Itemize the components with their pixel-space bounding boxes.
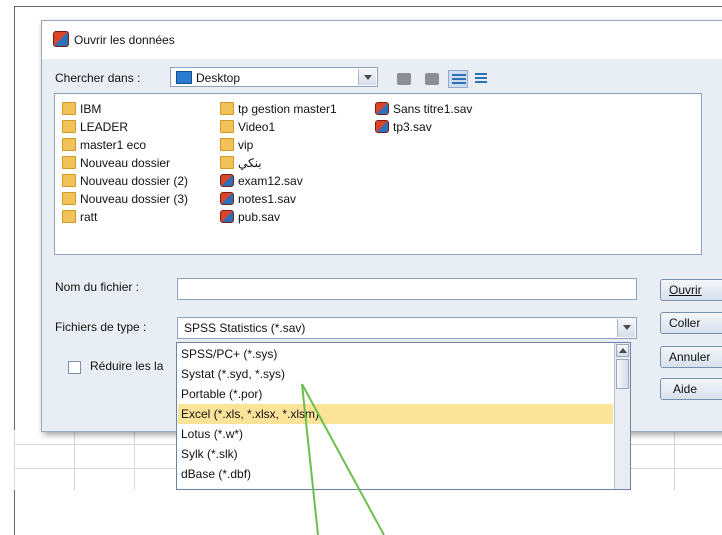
- dropdown-option[interactable]: Lotus (*.w*): [178, 424, 613, 444]
- filename-label: Nom du fichier :: [55, 280, 140, 294]
- look-in-combobox[interactable]: Desktop: [170, 67, 378, 87]
- open-button[interactable]: Ouvrir: [660, 279, 722, 301]
- folder-icon: [220, 102, 234, 115]
- folder-icon: [62, 174, 76, 187]
- paste-button[interactable]: Coller: [660, 312, 722, 334]
- folder-icon: [220, 156, 234, 169]
- minimize-checkbox[interactable]: [68, 361, 81, 374]
- look-in-value: Desktop: [196, 71, 241, 85]
- dialog-title: Ouvrir les données: [74, 33, 175, 47]
- cancel-button[interactable]: Annuler: [660, 346, 722, 368]
- folder-icon: [220, 138, 234, 151]
- file-list: IBM LEADER master1 eco Nouveau dossier N…: [54, 93, 702, 255]
- scroll-thumb[interactable]: [616, 359, 629, 389]
- spss-app-icon: [53, 31, 69, 47]
- sav-file-icon: [220, 210, 234, 223]
- up-folder-button[interactable]: [394, 70, 414, 88]
- sav-file-icon: [220, 174, 234, 187]
- up-folder-icon: [397, 73, 411, 85]
- filetype-dropdown-list: SPSS/PC+ (*.sys) Systat (*.syd, *.sys) P…: [176, 342, 631, 490]
- filetype-value: SPSS Statistics (*.sav): [184, 321, 306, 335]
- dropdown-option[interactable]: Systat (*.syd, *.sys): [178, 364, 613, 384]
- folder-icon: [62, 120, 76, 133]
- details-view-icon: [475, 73, 487, 85]
- new-folder-button[interactable]: [422, 70, 442, 88]
- sav-file-icon: [220, 192, 234, 205]
- folder-icon: [62, 192, 76, 205]
- dropdown-option[interactable]: Portable (*.por): [178, 384, 613, 404]
- help-button[interactable]: Aide: [660, 378, 722, 400]
- chevron-down-icon[interactable]: [617, 319, 635, 337]
- filename-field[interactable]: [177, 278, 637, 300]
- desktop-icon: [176, 71, 192, 84]
- folder-icon: [62, 156, 76, 169]
- minimize-label: Réduire les la: [90, 359, 164, 373]
- list-view-icon: [452, 74, 466, 86]
- dropdown-option-selected[interactable]: Excel (*.xls, *.xlsx, *.xlsm): [178, 404, 613, 424]
- chevron-down-icon[interactable]: [358, 69, 376, 85]
- sav-file-icon: [375, 120, 389, 133]
- folder-icon: [62, 138, 76, 151]
- folder-icon: [62, 102, 76, 115]
- dropdown-scrollbar[interactable]: [614, 343, 630, 489]
- folder-icon: [220, 120, 234, 133]
- details-view-button[interactable]: [472, 70, 492, 88]
- filetype-combobox[interactable]: SPSS Statistics (*.sav): [177, 317, 637, 339]
- filetype-label: Fichiers de type :: [55, 320, 147, 334]
- dropdown-option[interactable]: Sylk (*.slk): [178, 444, 613, 464]
- dialog-titlebar: Ouvrir les données: [42, 21, 722, 59]
- dropdown-option[interactable]: dBase (*.dbf): [178, 464, 613, 484]
- look-in-label: Chercher dans :: [55, 71, 141, 85]
- new-folder-icon: [425, 73, 439, 85]
- sav-file-icon: [375, 102, 389, 115]
- folder-icon: [62, 210, 76, 223]
- dropdown-option[interactable]: SPSS/PC+ (*.sys): [178, 344, 613, 364]
- list-view-button[interactable]: [448, 70, 468, 88]
- scroll-up-icon[interactable]: [616, 344, 629, 357]
